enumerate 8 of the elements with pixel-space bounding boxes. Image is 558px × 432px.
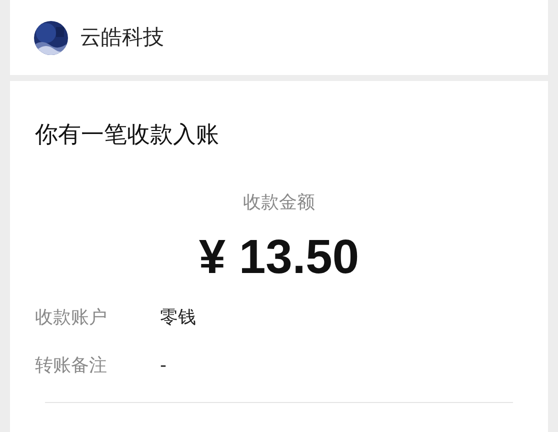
detail-label: 收款账户 (35, 306, 108, 330)
message-title: 你有一笔收款入账 (35, 121, 220, 150)
detail-value: 零钱 (160, 306, 196, 330)
detail-value: - (160, 354, 166, 378)
amount-label: 收款金额 (243, 191, 315, 215)
account-name: 云皓科技 (80, 24, 164, 51)
amount: ¥ 13.50 (198, 230, 360, 286)
detail-label: 转账备注 (35, 354, 108, 378)
